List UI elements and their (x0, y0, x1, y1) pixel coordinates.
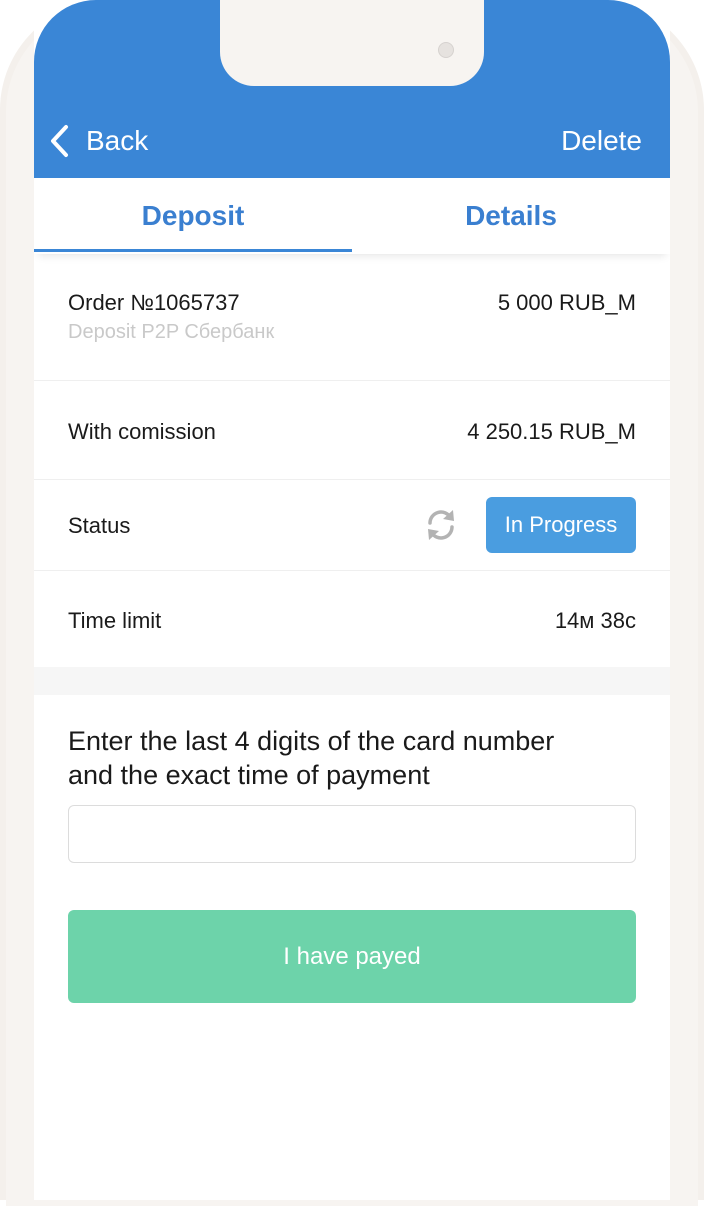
time-limit-label: Time limit (68, 608, 162, 633)
commission-value: 4 250.15 RUB_M (467, 419, 636, 444)
status-label: Status (68, 513, 131, 538)
back-label: Back (86, 125, 149, 156)
delete-button[interactable]: Delete (561, 120, 642, 162)
deposit-method: Deposit P2P Сбербанк (68, 321, 275, 343)
time-limit-value: 14м 38с (554, 608, 636, 633)
tab-bar: Deposit Details (34, 178, 670, 254)
card-digits-time-input[interactable] (68, 805, 636, 863)
payment-prompt-line-2: and the exact time of payment (68, 760, 430, 790)
i-have-payed-button[interactable]: I have payed (68, 910, 636, 1003)
app-header: Back Delete (34, 0, 670, 178)
commission-label: With comission (68, 419, 216, 444)
time-limit-row: Time limit 14м 38с (34, 571, 670, 667)
camera-icon (438, 42, 454, 58)
order-info-list: Order №1065737 Deposit P2P Сбербанк 5 00… (34, 254, 670, 667)
tab-deposit[interactable]: Deposit (34, 178, 352, 254)
order-number: Order №1065737 (68, 290, 240, 315)
status-badge: In Progress (486, 497, 636, 553)
app-screen: Back Delete Deposit Details Order №10657… (34, 0, 670, 1200)
payment-prompt-line-1: Enter the last 4 digits of the card numb… (68, 726, 555, 756)
commission-row: With comission 4 250.15 RUB_M (34, 381, 670, 480)
refresh-icon[interactable] (422, 506, 460, 544)
order-row: Order №1065737 Deposit P2P Сбербанк 5 00… (34, 254, 670, 381)
tab-details[interactable]: Details (352, 178, 670, 254)
section-divider (34, 667, 670, 695)
order-amount: 5 000 RUB_M (497, 290, 636, 315)
chevron-left-icon (51, 125, 68, 157)
back-button[interactable]: Back (48, 120, 148, 162)
phone-notch (220, 0, 484, 86)
status-row: Status In Progress (34, 480, 670, 571)
payment-prompt: Enter the last 4 digits of the card numb… (68, 724, 638, 792)
